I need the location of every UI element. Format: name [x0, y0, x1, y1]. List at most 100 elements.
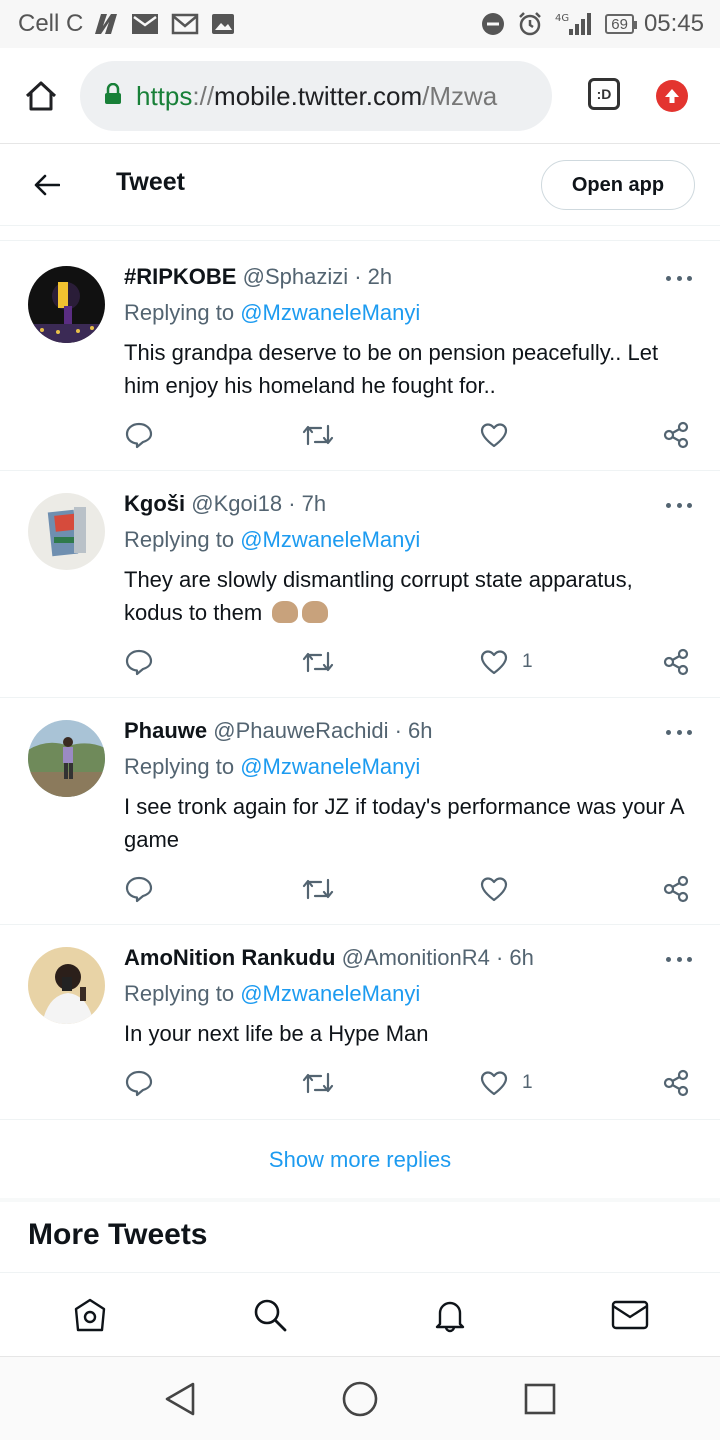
replying-to-label: Replying to: [124, 300, 235, 325]
share-icon: [663, 421, 689, 449]
mention-link[interactable]: @MzwaneleManyi: [240, 527, 420, 552]
avatar[interactable]: [28, 947, 105, 1024]
avatar[interactable]: [28, 720, 105, 797]
timestamp: · 6h: [495, 945, 534, 970]
share-icon: [663, 875, 689, 903]
lock-icon: [104, 82, 122, 110]
reply-header: #RIPKOBE @Sphazizi · 2h: [124, 264, 392, 290]
reply-button[interactable]: [124, 647, 154, 677]
show-more-replies-link[interactable]: Show more replies: [0, 1120, 720, 1200]
display-name[interactable]: AmoNition Rankudu: [124, 945, 335, 970]
reply-tweet[interactable]: Phauwe @PhauweRachidi · 6h Replying to @…: [0, 698, 720, 925]
retweet-icon: [302, 651, 334, 673]
user-handle[interactable]: @AmonitionR4: [342, 945, 490, 970]
battery-level: 69: [611, 15, 628, 33]
more-tweets-heading: More Tweets: [28, 1218, 208, 1251]
retweet-icon: [302, 424, 334, 446]
replying-to-label: Replying to: [124, 754, 235, 779]
home-icon[interactable]: [24, 80, 58, 112]
retweet-button[interactable]: [302, 420, 334, 450]
page-title: Tweet: [116, 168, 185, 196]
status-bar: Cell C 4G 69 05:45: [0, 0, 720, 48]
display-name[interactable]: Phauwe: [124, 718, 207, 743]
user-handle[interactable]: @Kgoi18: [191, 491, 282, 516]
update-icon[interactable]: [656, 80, 688, 112]
like-button[interactable]: 1: [480, 647, 533, 677]
user-handle[interactable]: @PhauweRachidi: [213, 718, 388, 743]
share-button[interactable]: [662, 874, 690, 904]
more-options-icon[interactable]: [666, 724, 692, 740]
tweet-text: They are slowly dismantling corrupt stat…: [124, 567, 633, 625]
tweet-text-wrapper: They are slowly dismantling corrupt stat…: [124, 563, 694, 629]
replying-to: Replying to @MzwaneleManyi: [124, 981, 420, 1007]
retweet-button[interactable]: [302, 874, 334, 904]
more-options-icon[interactable]: [666, 497, 692, 513]
tweet-actions: [124, 874, 694, 904]
reply-header: Kgoši @Kgoi18 · 7h: [124, 491, 326, 517]
open-app-button[interactable]: Open app: [541, 160, 695, 210]
reply-tweet[interactable]: #RIPKOBE @Sphazizi · 2h Replying to @Mzw…: [0, 244, 720, 471]
flexed-biceps-emoji-icon: [272, 601, 299, 623]
flexed-biceps-emoji-icon: [302, 601, 329, 623]
reply-icon: [125, 1070, 153, 1097]
timestamp: · 7h: [288, 491, 327, 516]
reply-button[interactable]: [124, 420, 154, 450]
messages-mail-icon[interactable]: [610, 1295, 650, 1335]
like-count: 1: [522, 1072, 533, 1093]
search-nav-icon[interactable]: [250, 1295, 290, 1335]
reply-button[interactable]: [124, 1068, 154, 1098]
more-options-icon[interactable]: [666, 951, 692, 967]
home-nav-icon[interactable]: [70, 1295, 110, 1335]
avatar[interactable]: [28, 266, 105, 343]
heart-icon: [480, 423, 508, 448]
retweet-button[interactable]: [302, 1068, 334, 1098]
share-button[interactable]: [662, 1068, 690, 1098]
avatar[interactable]: [28, 493, 105, 570]
replying-to-label: Replying to: [124, 527, 235, 552]
back-triangle-icon[interactable]: [160, 1379, 200, 1419]
like-button[interactable]: [480, 874, 522, 904]
retweet-button[interactable]: [302, 647, 334, 677]
mention-link[interactable]: @MzwaneleManyi: [240, 300, 420, 325]
like-button[interactable]: [480, 420, 522, 450]
share-icon: [663, 648, 689, 676]
retweet-icon: [302, 878, 334, 900]
heart-icon: [480, 650, 508, 675]
url-host: mobile.twitter.com: [214, 80, 423, 111]
replying-to: Replying to @MzwaneleManyi: [124, 754, 420, 780]
carrier-label: Cell C: [18, 10, 84, 37]
share-button[interactable]: [662, 420, 690, 450]
reply-button[interactable]: [124, 874, 154, 904]
section-divider: [0, 1198, 720, 1202]
url-separator: ://: [192, 80, 215, 111]
replying-to-label: Replying to: [124, 981, 235, 1006]
reply-tweet[interactable]: Kgoši @Kgoi18 · 7h Replying to @Mzwanele…: [0, 471, 720, 698]
mention-link[interactable]: @MzwaneleManyi: [240, 981, 420, 1006]
clock: 05:45: [643, 10, 704, 37]
home-circle-icon[interactable]: [340, 1379, 380, 1419]
display-name[interactable]: Kgoši: [124, 491, 185, 516]
user-handle[interactable]: @Sphazizi: [243, 264, 349, 289]
like-button[interactable]: 1: [480, 1068, 533, 1098]
display-name[interactable]: #RIPKOBE: [124, 264, 236, 289]
back-arrow-icon[interactable]: [32, 170, 62, 200]
reply-icon: [125, 649, 153, 676]
recents-square-icon[interactable]: [520, 1379, 560, 1419]
battery-indicator: 69: [605, 14, 637, 34]
notifications-bell-icon[interactable]: [430, 1295, 470, 1335]
heart-icon: [480, 1071, 508, 1096]
tab-switcher-button[interactable]: :D: [588, 78, 620, 110]
tweet-text: I see tronk again for JZ if today's perf…: [124, 794, 684, 852]
share-button[interactable]: [662, 647, 690, 677]
reply-tweet[interactable]: AmoNition Rankudu @AmonitionR4 · 6h Repl…: [0, 925, 720, 1120]
address-bar[interactable]: https://mobile.twitter.com/Mzwa: [80, 61, 552, 131]
retweet-icon: [302, 1072, 334, 1094]
tweet-text: This grandpa deserve to be on pension pe…: [124, 340, 659, 398]
gmail-icon: [171, 13, 199, 35]
tweet-actions: 1: [124, 1068, 694, 1098]
tab-switcher-label: :D: [596, 86, 612, 102]
reply-header: Phauwe @PhauweRachidi · 6h: [124, 718, 433, 744]
more-options-icon[interactable]: [666, 270, 692, 286]
url-scheme: https: [136, 80, 193, 111]
mention-link[interactable]: @MzwaneleManyi: [240, 754, 420, 779]
